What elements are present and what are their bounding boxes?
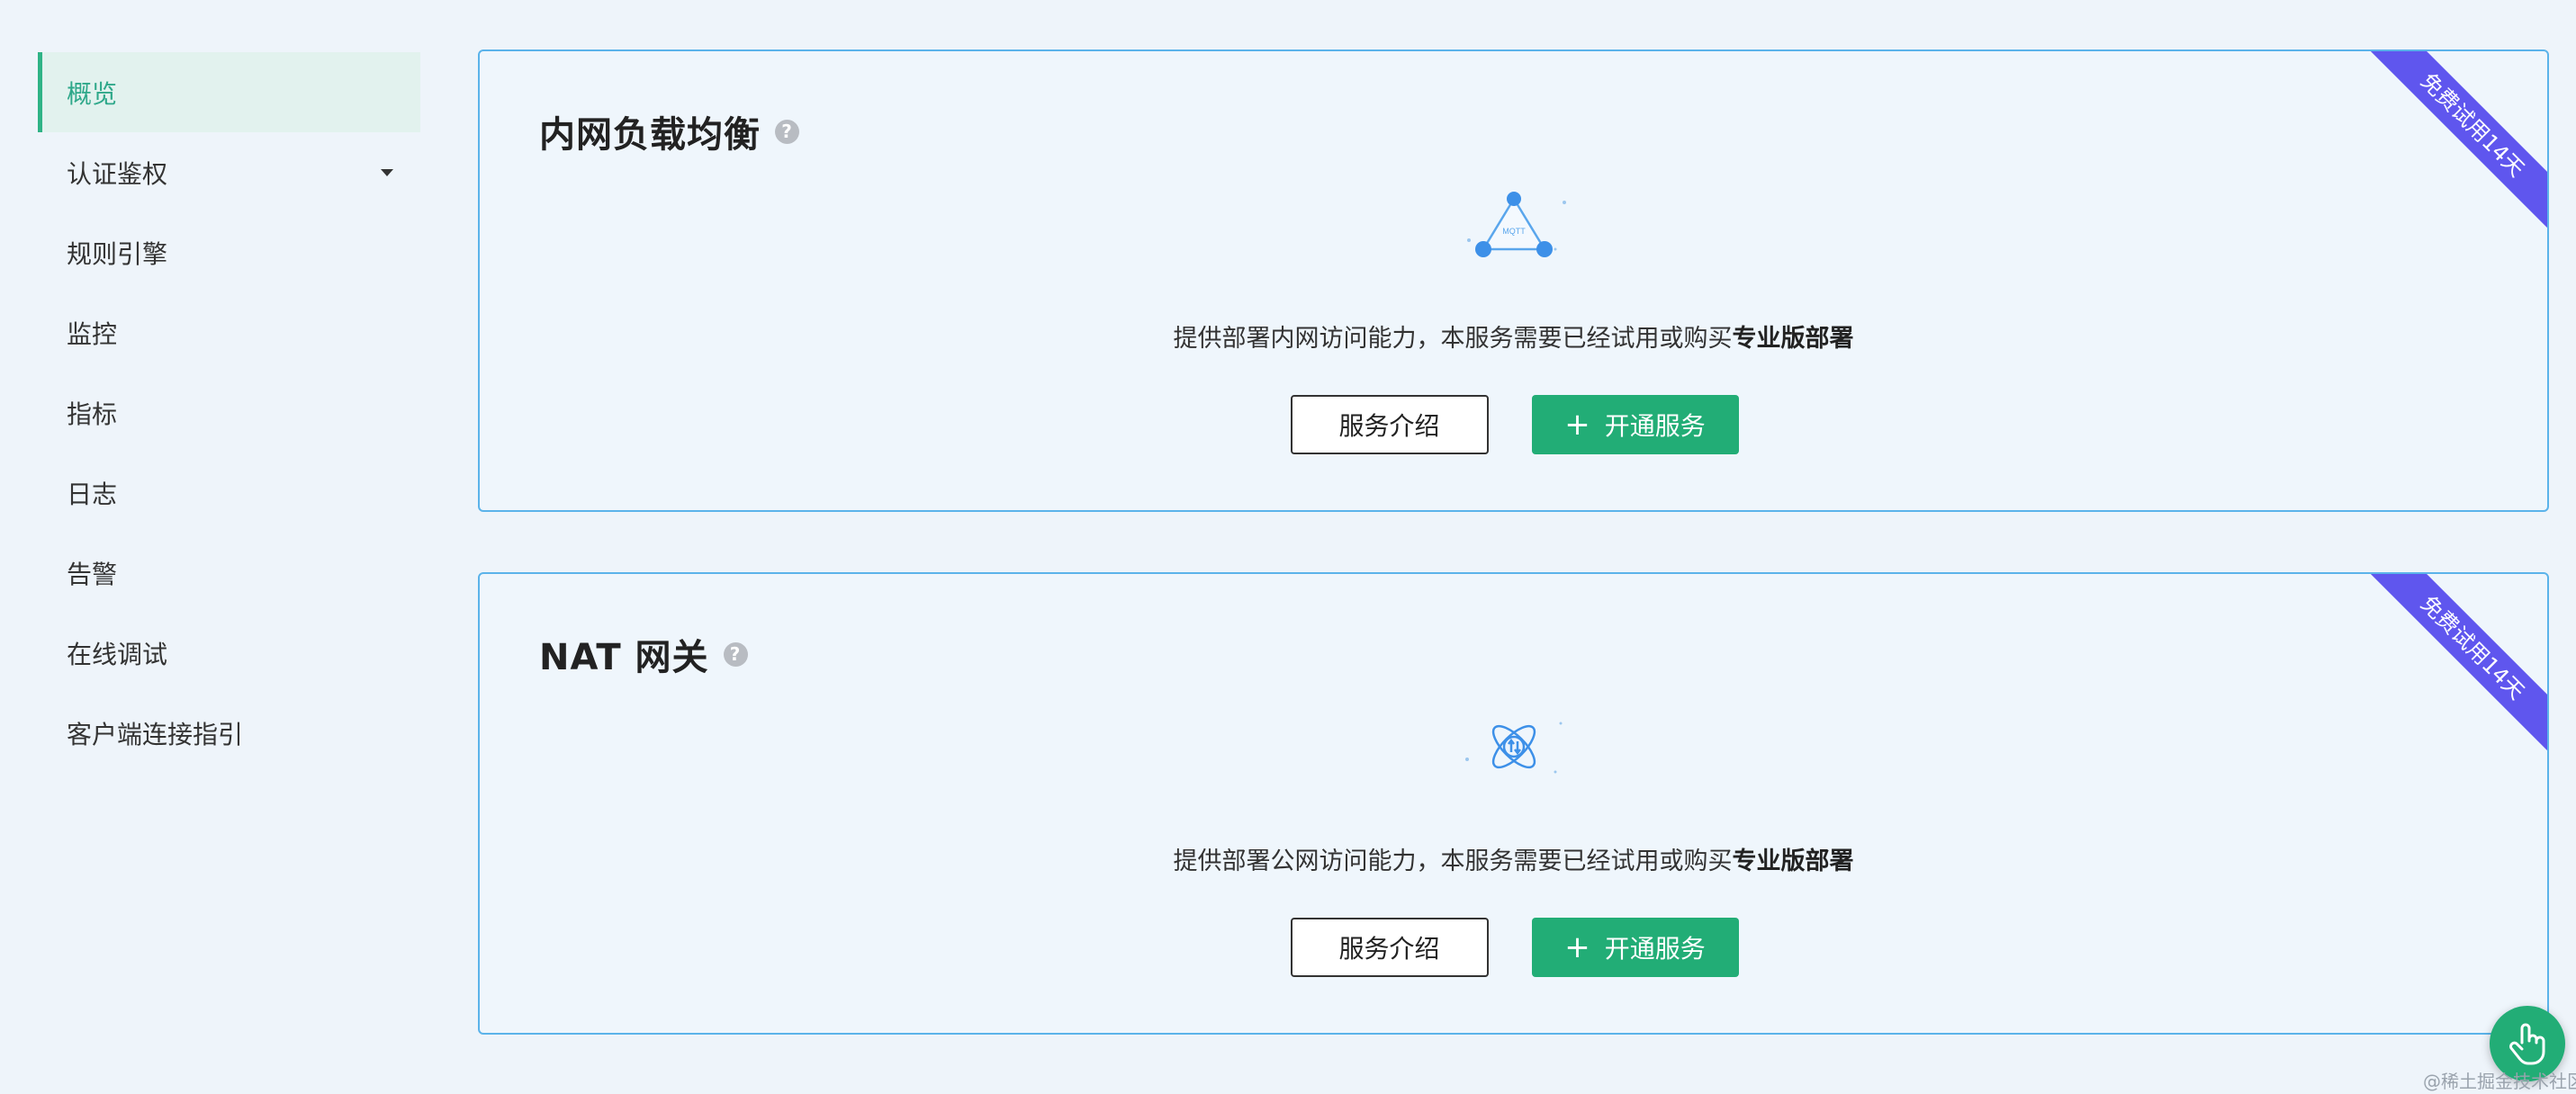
sidebar-item-monitoring[interactable]: 监控 (38, 292, 420, 372)
help-icon[interactable]: ? (723, 641, 748, 667)
service-card-nat-gateway: NAT 网关 ? 免费试用14天 提供部署公网访问能力，本服务需要已经试用或购买… (478, 572, 2549, 1035)
description-text: 提供部署内网访问能力，本服务需要已经试用或购买 (1173, 325, 1733, 353)
sidebar-item-label: 概览 (67, 78, 118, 109)
plus-icon: + (1564, 929, 1590, 965)
nat-gateway-icon (1449, 705, 1579, 786)
pointer-hand-icon (2509, 1023, 2545, 1065)
sidebar-item-label: 认证鉴权 (67, 158, 168, 189)
description-strong: 专业版部署 (1732, 847, 1854, 875)
open-service-button[interactable]: + 开通服务 (1531, 918, 1739, 977)
free-trial-ribbon: 免费试用14天 (2365, 574, 2547, 755)
service-intro-button[interactable]: 服务介绍 (1290, 395, 1489, 454)
free-trial-ribbon: 免费试用14天 (2365, 51, 2547, 232)
description-text: 提供部署公网访问能力，本服务需要已经试用或购买 (1173, 847, 1733, 875)
open-service-button[interactable]: + 开通服务 (1531, 395, 1739, 454)
sidebar-item-label: 监控 (67, 318, 118, 349)
sidebar: 概览 认证鉴权 规则引擎 监控 指标 日志 告警 在线调试 客户端连接指引 (38, 52, 420, 773)
help-icon[interactable]: ? (775, 119, 799, 144)
plus-icon: + (1564, 407, 1590, 443)
service-card-internal-lb: 内网负载均衡 ? 免费试用14天 MQTT 提供部署内网访问能力，本服务需要已经… (478, 49, 2549, 512)
open-service-label: 开通服务 (1604, 411, 1706, 441)
sidebar-item-overview[interactable]: 概览 (38, 52, 420, 132)
mqtt-label: MQTT (1502, 227, 1526, 236)
sidebar-item-label: 规则引擎 (67, 238, 168, 269)
sidebar-item-label: 日志 (67, 479, 118, 509)
card-title-text: NAT 网关 (539, 637, 709, 678)
sidebar-item-label: 客户端连接指引 (67, 719, 244, 749)
open-service-label: 开通服务 (1604, 934, 1706, 964)
watermark: @稀土掘金技术社区 (2423, 1071, 2576, 1092)
card-actions: 服务介绍 + 开通服务 (480, 918, 2547, 977)
sidebar-item-metrics[interactable]: 指标 (38, 372, 420, 453)
card-title: 内网负载均衡 ? (539, 105, 799, 157)
card-title-text: 内网负载均衡 (539, 114, 761, 156)
sidebar-item-auth[interactable]: 认证鉴权 (38, 132, 420, 212)
sidebar-item-rule-engine[interactable]: 规则引擎 (38, 212, 420, 292)
sidebar-item-alerts[interactable]: 告警 (38, 533, 420, 613)
sidebar-item-client-guide[interactable]: 客户端连接指引 (38, 693, 420, 773)
sidebar-item-label: 告警 (67, 559, 118, 589)
mqtt-network-icon: MQTT (1449, 186, 1579, 267)
description-strong: 专业版部署 (1732, 325, 1854, 353)
card-title: NAT 网关 ? (539, 628, 748, 680)
sidebar-item-label: 在线调试 (67, 639, 168, 669)
app: 概览 认证鉴权 规则引擎 监控 指标 日志 告警 在线调试 客户端连接指引 内网… (0, 0, 2576, 1094)
card-actions: 服务介绍 + 开通服务 (480, 395, 2547, 454)
sidebar-item-online-debug[interactable]: 在线调试 (38, 613, 420, 693)
sidebar-item-label: 指标 (67, 399, 118, 429)
sidebar-item-logs[interactable]: 日志 (38, 453, 420, 533)
service-description: 提供部署内网访问能力，本服务需要已经试用或购买专业版部署 (480, 318, 2547, 354)
caret-down-icon (381, 168, 393, 176)
service-intro-button[interactable]: 服务介绍 (1290, 918, 1489, 977)
service-description: 提供部署公网访问能力，本服务需要已经试用或购买专业版部署 (480, 841, 2547, 876)
